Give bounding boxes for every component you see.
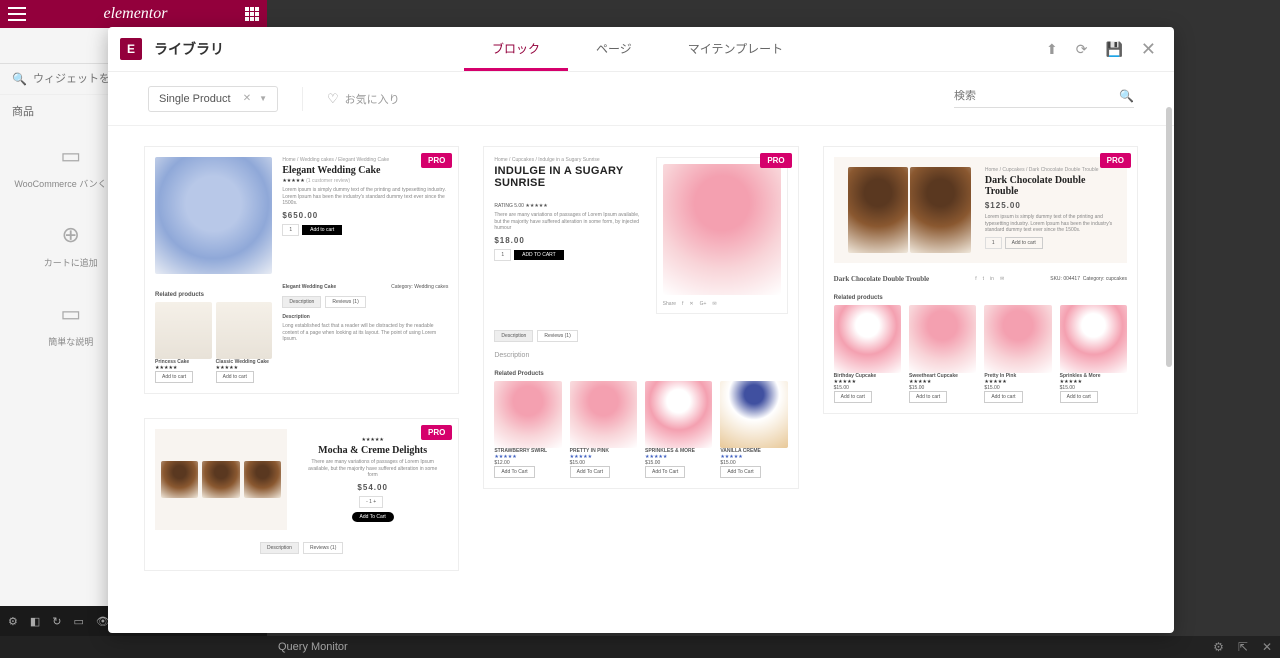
sync-icon[interactable]: ⟳ xyxy=(1076,41,1088,58)
template-card[interactable]: PRO ★★★★★ Mocha & Creme Delights There a… xyxy=(144,418,459,571)
template-card[interactable]: PRO Home / Cupcakes / Indulge in a Sugar… xyxy=(483,146,798,489)
template-search-input[interactable] xyxy=(954,90,1111,102)
modal-toolbar: Single Product ✕ ▼ ♡ お気に入り 🔍 xyxy=(108,72,1174,126)
category-select[interactable]: Single Product ✕ ▼ xyxy=(148,86,278,112)
templates-grid: PRO Home / Wedding cakes / Elegant Weddi… xyxy=(108,126,1174,633)
elementor-icon: E xyxy=(120,38,142,60)
panel-header: elementor xyxy=(0,0,267,28)
statusbar-expand-icon[interactable]: ⇱ xyxy=(1238,640,1248,654)
template-card[interactable]: PRO Home / Wedding cakes / Elegant Weddi… xyxy=(144,146,459,394)
library-modal: E ライブラリ ブロック ページ マイテンプレート ⬆ ⟳ 💾 ✕ Single… xyxy=(108,27,1174,633)
settings-icon[interactable]: ⚙ xyxy=(8,615,18,628)
chevron-down-icon: ▼ xyxy=(259,94,267,103)
category-value: Single Product xyxy=(159,93,231,105)
favorites-filter[interactable]: ♡ お気に入り xyxy=(327,91,400,107)
close-icon[interactable]: ✕ xyxy=(1141,39,1156,60)
responsive-icon[interactable]: ▭ xyxy=(74,615,84,628)
navigator-icon[interactable]: ◧ xyxy=(30,615,40,628)
import-icon[interactable]: ⬆ xyxy=(1046,41,1058,58)
pro-badge: PRO xyxy=(1100,153,1131,168)
elementor-logo: elementor xyxy=(104,5,168,23)
favorites-label: お気に入り xyxy=(345,91,400,107)
statusbar-close-icon[interactable]: ✕ xyxy=(1262,640,1272,654)
apps-icon[interactable] xyxy=(245,7,259,21)
menu-icon[interactable] xyxy=(8,7,26,21)
status-bar: Query Monitor ⚙ ⇱ ✕ xyxy=(0,636,1280,658)
modal-title: ライブラリ xyxy=(154,39,224,59)
search-icon: 🔍 xyxy=(12,72,27,86)
tab-my-templates[interactable]: マイテンプレート xyxy=(660,27,811,71)
template-card[interactable]: PRO Home / Cupcakes / Dark Chocolate Dou… xyxy=(823,146,1138,414)
pro-badge: PRO xyxy=(421,153,452,168)
save-icon[interactable]: 💾 xyxy=(1105,41,1122,58)
clear-category-icon[interactable]: ✕ xyxy=(243,93,251,104)
pro-badge: PRO xyxy=(760,153,791,168)
pro-badge: PRO xyxy=(421,425,452,440)
history-icon[interactable]: ↻ xyxy=(52,615,61,628)
modal-header: E ライブラリ ブロック ページ マイテンプレート ⬆ ⟳ 💾 ✕ xyxy=(108,27,1174,72)
query-monitor[interactable]: Query Monitor xyxy=(278,641,348,653)
tab-blocks[interactable]: ブロック xyxy=(464,27,568,71)
divider xyxy=(302,87,303,111)
tab-pages[interactable]: ページ xyxy=(568,27,660,71)
product-image xyxy=(155,157,272,274)
template-search[interactable]: 🔍 xyxy=(954,89,1134,108)
heart-icon: ♡ xyxy=(327,91,339,107)
statusbar-gear-icon[interactable]: ⚙ xyxy=(1213,640,1224,654)
search-icon: 🔍 xyxy=(1119,89,1134,103)
